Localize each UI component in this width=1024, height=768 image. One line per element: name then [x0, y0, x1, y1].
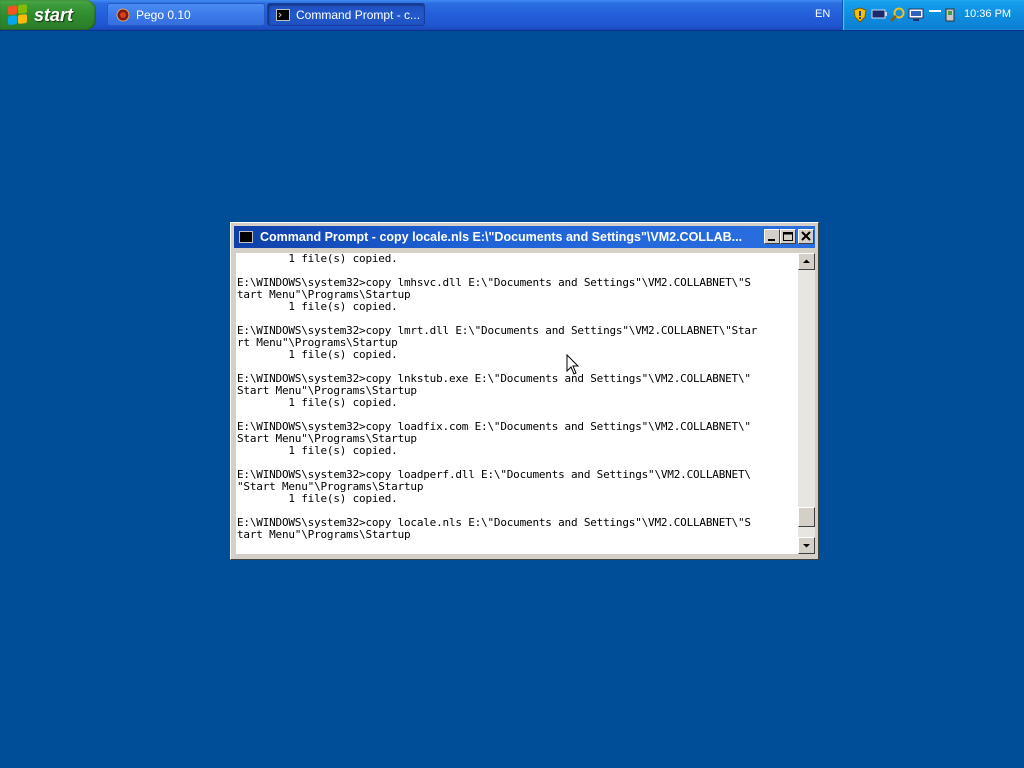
console-text: 1 file(s) copied. E:\WINDOWS\system32>co…	[236, 253, 798, 541]
maximize-button[interactable]	[780, 229, 796, 244]
console-line: 1 file(s) copied.	[237, 492, 398, 505]
console-line: 1 file(s) copied.	[237, 396, 398, 409]
scroll-down-button[interactable]	[798, 537, 815, 554]
search-magnifier-icon[interactable]	[890, 7, 906, 23]
console-line: 1 file(s) copied.	[237, 348, 398, 361]
taskbar-item-label: Command Prompt - c...	[296, 7, 421, 22]
taskbar: start Pego 0.10 Command Prompt - c... EN	[0, 0, 1024, 31]
windows-logo-icon	[8, 4, 28, 26]
close-button[interactable]	[798, 229, 814, 244]
console-line: tart Menu"\Programs\Startup	[237, 528, 411, 541]
safely-remove-hardware-icon[interactable]	[943, 7, 957, 23]
scroll-up-button[interactable]	[798, 253, 815, 270]
desktop: start Pego 0.10 Command Prompt - c... EN	[0, 0, 1024, 768]
minimize-icon	[768, 239, 775, 241]
console-line: 1 file(s) copied.	[237, 253, 398, 265]
start-button[interactable]: start	[0, 0, 96, 30]
taskbar-item-label: Pego 0.10	[136, 7, 191, 22]
language-indicator[interactable]: EN	[815, 8, 830, 20]
arrow-down-icon	[803, 544, 810, 548]
command-prompt-window: Command Prompt - copy locale.nls E:\"Doc…	[230, 222, 819, 560]
scroll-thumb[interactable]	[798, 507, 815, 528]
minimize-tray-icon[interactable]	[927, 7, 943, 23]
clock[interactable]: 10:36 PM	[964, 8, 1011, 20]
window-title: Command Prompt - copy locale.nls E:\"Doc…	[260, 230, 743, 244]
battery-icon[interactable]	[871, 7, 887, 21]
security-shield-icon[interactable]	[853, 7, 867, 23]
pego-app-icon	[116, 8, 130, 21]
taskbar-item-command-prompt[interactable]: Command Prompt - c...	[267, 3, 425, 26]
console-line: 1 file(s) copied.	[237, 300, 398, 313]
vertical-scrollbar[interactable]	[798, 253, 815, 554]
taskbar-item-pego[interactable]: Pego 0.10	[107, 3, 265, 26]
console-line: 1 file(s) copied.	[237, 444, 398, 457]
console-icon	[276, 8, 290, 21]
network-computer-icon[interactable]	[908, 7, 924, 23]
minimize-button[interactable]	[764, 229, 780, 244]
start-label: start	[34, 4, 74, 25]
console-output[interactable]: 1 file(s) copied. E:\WINDOWS\system32>co…	[236, 253, 798, 554]
maximize-icon	[783, 232, 793, 241]
console-icon	[239, 231, 253, 243]
mouse-pointer-icon	[566, 354, 580, 375]
window-titlebar[interactable]: Command Prompt - copy locale.nls E:\"Doc…	[234, 226, 815, 248]
close-icon	[801, 231, 811, 241]
arrow-up-icon	[803, 259, 810, 263]
